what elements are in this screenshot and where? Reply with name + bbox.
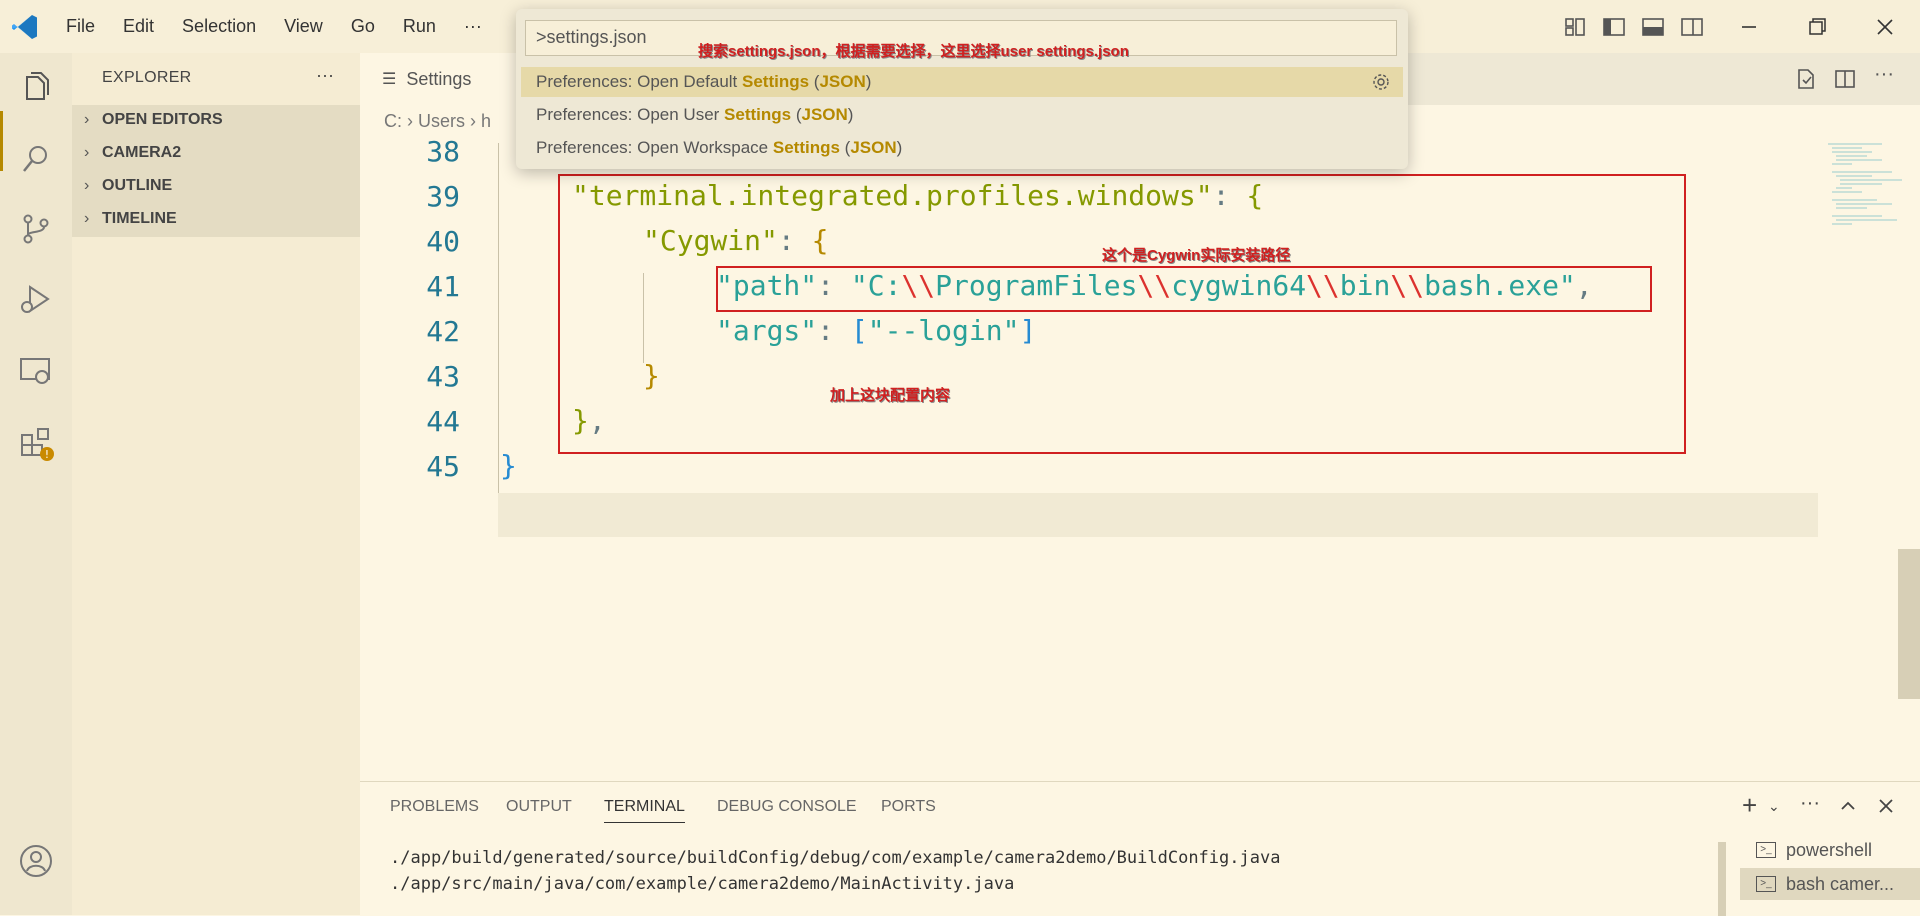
terminal-output-line: ./app/build/generated/source/buildConfig… bbox=[390, 848, 1281, 868]
tab-output[interactable]: OUTPUT bbox=[506, 798, 572, 816]
terminal-scrollbar[interactable] bbox=[1718, 842, 1726, 916]
menu-edit[interactable]: Edit bbox=[123, 16, 154, 37]
command-open-workspace-settings-json[interactable]: Preferences: Open Workspace Settings (JS… bbox=[521, 133, 1403, 163]
run-debug-icon[interactable] bbox=[18, 281, 54, 317]
terminal-icon: >_ bbox=[1756, 876, 1776, 892]
menu-go[interactable]: Go bbox=[351, 16, 375, 37]
annotation-box-path bbox=[716, 266, 1652, 312]
indent-guide bbox=[498, 143, 499, 493]
section-open-editors[interactable]: › OPEN EDITORS bbox=[84, 111, 223, 129]
activity-bar: ! bbox=[0, 53, 72, 915]
chevron-down-icon[interactable]: ⌄ bbox=[1768, 798, 1780, 815]
line-number: 44 bbox=[426, 405, 460, 438]
chevron-right-icon: › bbox=[84, 177, 90, 194]
active-indicator bbox=[0, 111, 3, 171]
split-editor-icon[interactable] bbox=[1833, 67, 1857, 91]
minimap[interactable] bbox=[1822, 138, 1920, 258]
line-number: 41 bbox=[426, 270, 460, 303]
accounts-icon[interactable] bbox=[18, 843, 54, 879]
toggle-primary-sidebar-icon[interactable] bbox=[1601, 14, 1627, 40]
line-number: 45 bbox=[426, 450, 460, 483]
more-actions-icon[interactable]: ··· bbox=[1800, 792, 1820, 815]
svg-text:!: ! bbox=[45, 448, 49, 461]
menu-bar: File Edit Selection View Go Run ··· bbox=[66, 0, 510, 53]
terminal-output-line: ./app/src/main/java/com/example/camera2d… bbox=[390, 874, 1015, 894]
terminal-item-powershell[interactable]: >_ powershell bbox=[1740, 834, 1920, 866]
annotation-add-note: 加上这块配置内容 bbox=[830, 387, 951, 404]
breadcrumb: C: › Users › h bbox=[384, 111, 492, 131]
terminal-item-bash[interactable]: >_ bash camer... bbox=[1740, 868, 1920, 900]
section-camera2[interactable]: › CAMERA2 bbox=[84, 144, 181, 162]
new-terminal-icon[interactable]: + bbox=[1742, 790, 1757, 821]
terminal-list: >_ powershell >_ bash camer... bbox=[1740, 834, 1920, 916]
editor-scrollbar[interactable] bbox=[1898, 549, 1920, 699]
sidebar-more-button[interactable]: ··· bbox=[316, 65, 334, 86]
menu-file[interactable]: File bbox=[66, 16, 95, 37]
line-number: 43 bbox=[426, 360, 460, 393]
chevron-right-icon: › bbox=[84, 144, 90, 161]
source-control-icon[interactable] bbox=[18, 211, 54, 247]
command-open-user-settings-json[interactable]: Preferences: Open User Settings (JSON) bbox=[521, 100, 1403, 130]
line-number: 40 bbox=[426, 225, 460, 258]
tab-terminal[interactable]: TERMINAL bbox=[604, 798, 685, 823]
terminal-icon: >_ bbox=[1756, 842, 1776, 858]
annotation-box-config bbox=[558, 174, 1686, 454]
line-number: 38 bbox=[426, 135, 460, 168]
menu-more[interactable]: ··· bbox=[464, 16, 482, 37]
gear-icon[interactable] bbox=[1371, 72, 1391, 92]
line-number: 42 bbox=[426, 315, 460, 348]
annotation-search-note: 搜索settings.json，根据需要选择，这里选择user settings… bbox=[698, 43, 1129, 60]
close-panel-icon[interactable] bbox=[1876, 796, 1896, 816]
menu-view[interactable]: View bbox=[284, 16, 323, 37]
toggle-panel-icon[interactable] bbox=[1640, 14, 1666, 40]
explorer-icon[interactable] bbox=[18, 69, 54, 105]
menu-run[interactable]: Run bbox=[403, 16, 436, 37]
vscode-logo-icon bbox=[12, 15, 37, 39]
minimize-icon[interactable] bbox=[1736, 14, 1762, 40]
restore-icon[interactable] bbox=[1804, 14, 1830, 40]
bottom-panel: PROBLEMS OUTPUT TERMINAL DEBUG CONSOLE P… bbox=[360, 781, 1920, 916]
tab-ports[interactable]: PORTS bbox=[881, 798, 936, 816]
open-settings-json-icon[interactable] bbox=[1794, 67, 1818, 91]
settings-icon: ☰ bbox=[382, 71, 397, 88]
maximize-panel-icon[interactable] bbox=[1838, 796, 1858, 816]
close-window-icon[interactable] bbox=[1872, 14, 1898, 40]
customize-layout-icon[interactable] bbox=[1562, 14, 1588, 40]
section-outline[interactable]: › OUTLINE bbox=[84, 177, 172, 195]
extensions-icon[interactable]: ! bbox=[18, 425, 54, 461]
line-number: 39 bbox=[426, 180, 460, 213]
command-open-default-settings-json[interactable]: Preferences: Open Default Settings (JSON… bbox=[521, 67, 1403, 97]
tab-problems[interactable]: PROBLEMS bbox=[390, 798, 479, 816]
section-timeline[interactable]: › TIMELINE bbox=[84, 210, 177, 228]
chevron-right-icon: › bbox=[84, 210, 90, 227]
current-line-highlight bbox=[498, 493, 1818, 537]
remote-explorer-icon[interactable] bbox=[18, 353, 54, 389]
chevron-right-icon: › bbox=[84, 111, 90, 128]
tab-debug-console[interactable]: DEBUG CONSOLE bbox=[717, 798, 857, 816]
search-icon[interactable] bbox=[18, 141, 54, 177]
code-line-45[interactable]: } bbox=[500, 449, 517, 482]
command-palette: >settings.json 搜索settings.json，根据需要选择，这里… bbox=[516, 9, 1408, 169]
explorer-sidebar: EXPLORER ··· › OPEN EDITORS › CAMERA2 › OUT… bbox=[72, 53, 360, 915]
editor-more-icon[interactable]: ··· bbox=[1874, 63, 1894, 86]
sidebar-sections: › OPEN EDITORS › CAMERA2 › OUTLINE › TIMELIN… bbox=[72, 105, 360, 237]
toggle-secondary-sidebar-icon[interactable] bbox=[1679, 14, 1705, 40]
menu-selection[interactable]: Selection bbox=[182, 16, 256, 37]
sidebar-title: EXPLORER bbox=[102, 69, 192, 86]
annotation-path-note: 这个是Cygwin实际安装路径 bbox=[1102, 247, 1291, 264]
tab-settings[interactable]: ☰ Settings bbox=[360, 53, 520, 105]
